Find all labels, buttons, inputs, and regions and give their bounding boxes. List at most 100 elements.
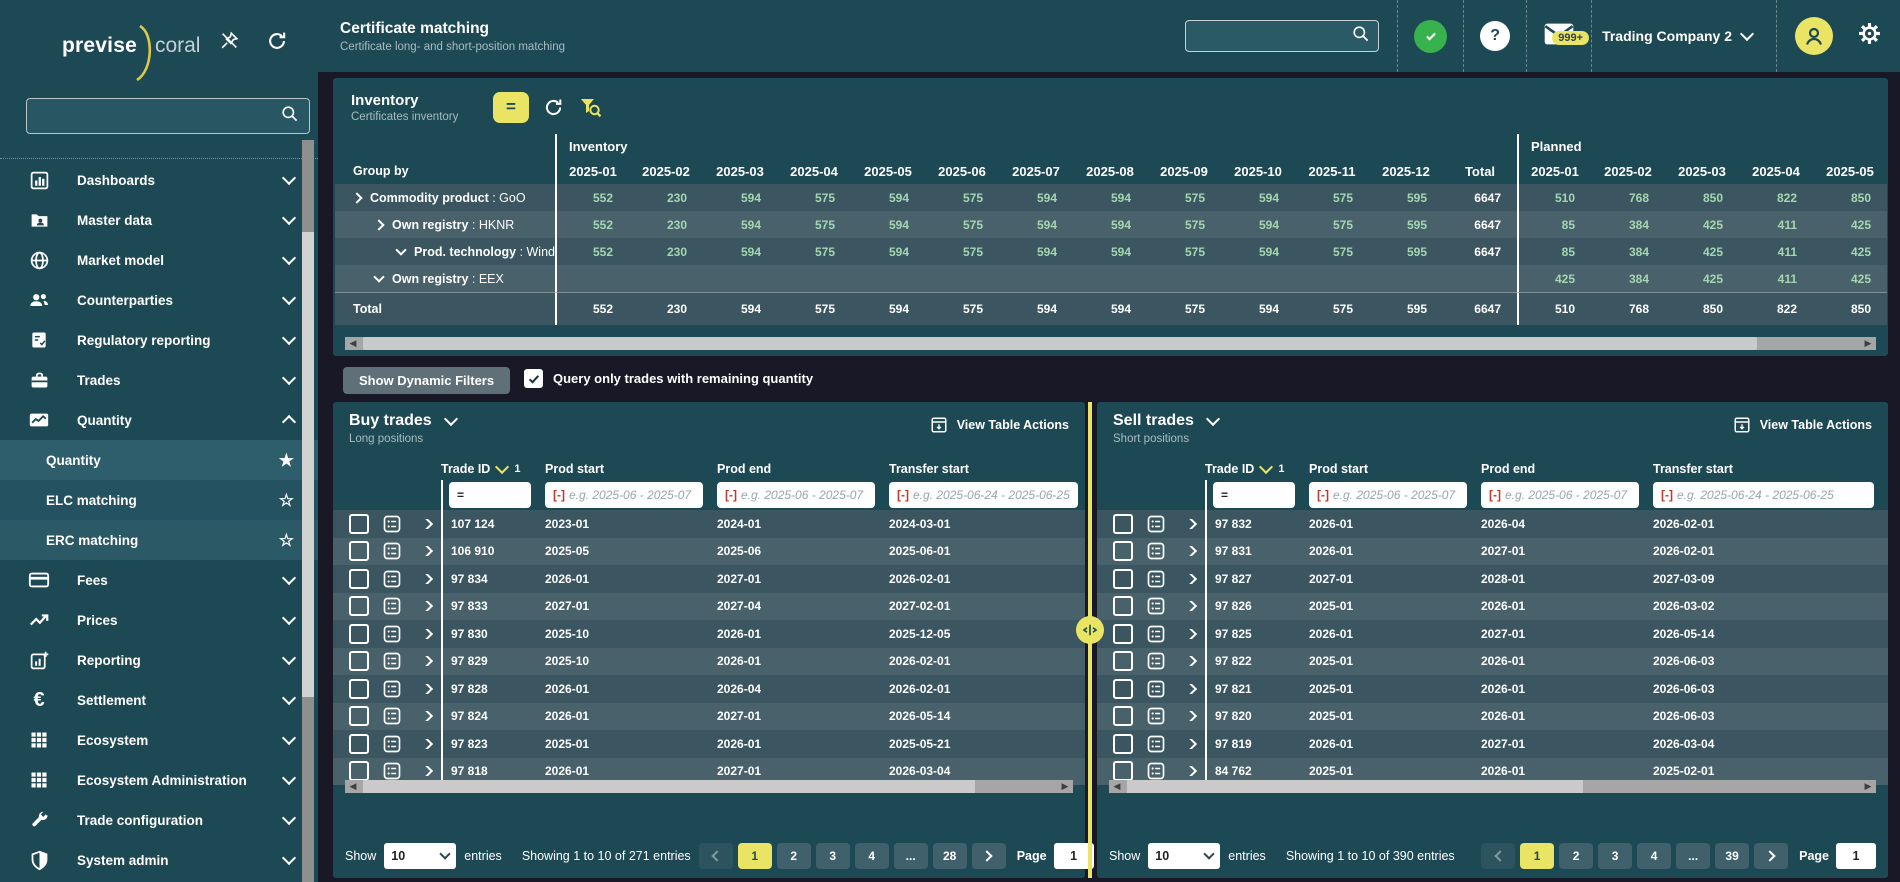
row-checkbox[interactable] <box>349 596 369 616</box>
buy-trade-id-filter[interactable]: = <box>449 482 531 508</box>
sidebar-search-input[interactable] <box>37 108 280 125</box>
buy-page-size-select[interactable]: 10 <box>384 843 456 869</box>
row-checkbox[interactable] <box>349 651 369 671</box>
sidebar-item-prices[interactable]: Prices <box>0 600 318 640</box>
sell-trade-row[interactable]: 97 8212025-012026-012026-06-03 <box>1097 675 1888 703</box>
buy-view-table-actions-button[interactable]: View Table Actions <box>930 416 1069 434</box>
row-checkbox[interactable] <box>349 706 369 726</box>
row-checkbox[interactable] <box>1113 569 1133 589</box>
row-expand-button[interactable] <box>1175 546 1205 556</box>
row-details-button[interactable] <box>1137 706 1175 726</box>
sidebar-item-trades[interactable]: Trades <box>0 360 318 400</box>
remaining-quantity-checkbox[interactable] <box>524 369 543 388</box>
row-checkbox[interactable] <box>349 569 369 589</box>
row-checkbox[interactable] <box>1113 651 1133 671</box>
row-checkbox[interactable] <box>1113 734 1133 754</box>
inventory-filter-search-button[interactable] <box>578 95 602 119</box>
row-details-button[interactable] <box>1137 596 1175 616</box>
buy-page-2-button[interactable]: 2 <box>777 843 811 869</box>
sell-trade-row[interactable]: 97 8312026-012027-012026-02-01 <box>1097 538 1888 566</box>
buy-trade-row[interactable]: 106 9102025-052025-062025-06-01 <box>333 538 1085 566</box>
row-details-button[interactable] <box>1137 734 1175 754</box>
row-checkbox[interactable] <box>1113 679 1133 699</box>
buy-trade-row[interactable]: 97 8232025-012026-012025-05-21 <box>333 730 1085 758</box>
sidebar-item-system-admin[interactable]: System admin <box>0 840 318 880</box>
row-checkbox[interactable] <box>349 624 369 644</box>
buy-prod-end-filter[interactable]: [-]e.g. 2025-06 - 2025-07 <box>717 482 875 508</box>
buy-col-prod-end[interactable]: Prod end <box>717 462 889 476</box>
sidebar-scrollbar-thumb[interactable] <box>302 232 314 697</box>
sidebar-item-trade-configuration[interactable]: Trade configuration <box>0 800 318 840</box>
sell-trades-title[interactable]: Sell trades <box>1113 412 1218 430</box>
row-checkbox[interactable] <box>1113 514 1133 534</box>
inventory-group-row-label[interactable]: Prod. technology : Wind <box>335 238 555 265</box>
sell-col-transfer-start[interactable]: Transfer start <box>1653 462 1888 476</box>
sidebar-item-regulatory-reporting[interactable]: Regulatory reporting <box>0 320 318 360</box>
show-dynamic-filters-button[interactable]: Show Dynamic Filters <box>343 367 510 394</box>
row-expand-button[interactable] <box>411 739 441 749</box>
row-expand-button[interactable] <box>1175 684 1205 694</box>
sidebar-item-reporting[interactable]: Reporting <box>0 640 318 680</box>
expand-down-icon[interactable] <box>373 271 384 282</box>
buy-page-ellipsis[interactable]: ... <box>894 843 928 869</box>
sell-page-size-select[interactable]: 10 <box>1148 843 1220 869</box>
row-details-button[interactable] <box>1137 569 1175 589</box>
sell-horizontal-scrollbar[interactable]: ◀ ▶ <box>1109 780 1876 793</box>
buy-page-1-button[interactable]: 1 <box>738 843 772 869</box>
buy-trade-row[interactable]: 97 8282026-012026-042026-02-01 <box>333 675 1085 703</box>
row-expand-button[interactable] <box>411 656 441 666</box>
sidebar-item-fees[interactable]: Fees <box>0 560 318 600</box>
scroll-left-arrow-icon[interactable]: ◀ <box>345 781 361 792</box>
row-expand-button[interactable] <box>411 519 441 529</box>
buy-page-28-button[interactable]: 28 <box>933 843 967 869</box>
buy-next-page-button[interactable] <box>972 843 1006 869</box>
inventory-horizontal-scrollbar[interactable]: ◀ ▶ <box>345 337 1876 350</box>
sell-view-table-actions-button[interactable]: View Table Actions <box>1733 416 1872 434</box>
buy-trade-row[interactable]: 97 8292025-102026-012026-02-01 <box>333 648 1085 676</box>
buy-prev-page-button[interactable] <box>699 843 733 869</box>
sell-col-prod-start[interactable]: Prod start <box>1309 462 1481 476</box>
sidebar-item-ecosystem-administration[interactable]: Ecosystem Administration <box>0 760 318 800</box>
row-details-button[interactable] <box>1137 624 1175 644</box>
buy-col-transfer-start[interactable]: Transfer start <box>889 462 1085 476</box>
global-search-input[interactable] <box>1194 28 1351 45</box>
refresh-menu-icon[interactable] <box>266 30 288 57</box>
sell-col-prod-end[interactable]: Prod end <box>1481 462 1653 476</box>
row-checkbox[interactable] <box>1113 624 1133 644</box>
sidebar-item-ecosystem[interactable]: Ecosystem <box>0 720 318 760</box>
buy-trades-title[interactable]: Buy trades <box>349 412 456 430</box>
row-expand-button[interactable] <box>1175 656 1205 666</box>
sell-trade-id-filter[interactable]: = <box>1213 482 1295 508</box>
row-expand-button[interactable] <box>1175 574 1205 584</box>
user-avatar[interactable] <box>1795 17 1833 55</box>
row-details-button[interactable] <box>1137 541 1175 561</box>
row-expand-button[interactable] <box>411 601 441 611</box>
row-details-button[interactable] <box>373 651 411 671</box>
buy-trade-row[interactable]: 97 8342026-012027-012026-02-01 <box>333 565 1085 593</box>
buy-scrollbar-thumb[interactable] <box>363 780 975 793</box>
sidebar-item-dashboards[interactable]: Dashboards <box>0 160 318 200</box>
sell-trade-row[interactable]: 97 8202025-012026-012026-06-03 <box>1097 703 1888 731</box>
row-details-button[interactable] <box>373 569 411 589</box>
row-checkbox[interactable] <box>349 734 369 754</box>
row-checkbox[interactable] <box>1113 541 1133 561</box>
row-details-button[interactable] <box>1137 651 1175 671</box>
sell-page-39-button[interactable]: 39 <box>1715 843 1749 869</box>
system-status-button[interactable] <box>1398 20 1463 53</box>
sell-trade-row[interactable]: 97 8262025-012026-012026-03-02 <box>1097 593 1888 621</box>
sidebar-item-counterparties[interactable]: Counterparties <box>0 280 318 320</box>
buy-page-3-button[interactable]: 3 <box>816 843 850 869</box>
sell-scrollbar-thumb[interactable] <box>1127 780 1583 793</box>
star-filled-icon[interactable]: ★ <box>279 452 294 469</box>
expand-right-icon[interactable] <box>351 192 362 203</box>
buy-col-prod-start[interactable]: Prod start <box>545 462 717 476</box>
sell-prev-page-button[interactable] <box>1481 843 1515 869</box>
sell-trade-row[interactable]: 97 8322026-012026-042026-02-01 <box>1097 510 1888 538</box>
sell-trade-row[interactable]: 97 8272027-012028-012027-03-09 <box>1097 565 1888 593</box>
inventory-group-row-label[interactable]: Own registry : HKNR <box>335 211 555 238</box>
row-checkbox[interactable] <box>349 541 369 561</box>
sidebar-item-master-data[interactable]: Master data <box>0 200 318 240</box>
sell-col-trade-id[interactable]: Trade ID1 <box>1205 462 1309 476</box>
sidebar-item-elc-matching[interactable]: ELC matching☆ <box>0 480 318 520</box>
row-details-button[interactable] <box>373 624 411 644</box>
